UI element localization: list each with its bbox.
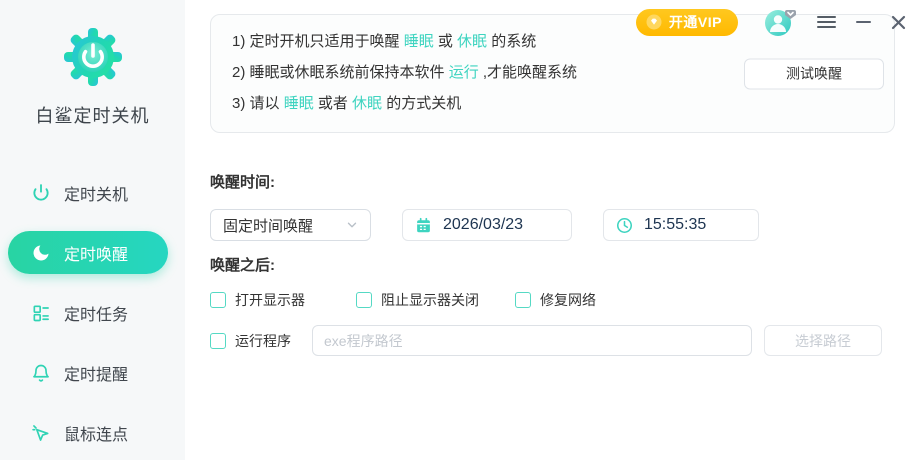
note-line: 3) 请以 睡眠 或者 休眠 的方式关机 bbox=[232, 88, 873, 119]
checkbox-label: 运行程序 bbox=[235, 331, 291, 351]
diamond-icon bbox=[645, 13, 663, 31]
wake-time-controls: 固定时间唤醒 bbox=[210, 209, 895, 241]
checkbox-label: 阻止显示器关闭 bbox=[381, 290, 479, 310]
checkbox-prevent-display-off[interactable]: 阻止显示器关闭 bbox=[356, 290, 479, 310]
sidebar-item-scheduled-tasks[interactable]: 定时任务 bbox=[8, 291, 168, 334]
menu-button[interactable] bbox=[817, 10, 836, 34]
calendar-icon bbox=[415, 217, 432, 234]
clock-icon bbox=[616, 217, 633, 234]
wake-date-value: 2026/03/23 bbox=[443, 216, 523, 234]
checkbox-icon[interactable] bbox=[356, 292, 372, 308]
wake-clock-field[interactable]: 15:55:35 bbox=[603, 209, 759, 241]
checkbox-repair-network[interactable]: 修复网络 bbox=[515, 290, 596, 310]
sidebar-item-label: 定时任务 bbox=[64, 301, 128, 325]
sidebar-menu: 定时关机 定时唤醒 bbox=[0, 171, 185, 454]
run-program-row: 运行程序 选择路径 bbox=[210, 325, 895, 356]
vip-button[interactable]: 开通VIP bbox=[636, 9, 738, 36]
choose-path-button[interactable]: 选择路径 bbox=[764, 325, 882, 356]
app-window: 白鲨定时关机 定时关机 定时唤醒 bbox=[0, 0, 920, 460]
chevron-down-icon bbox=[345, 218, 359, 232]
sidebar-item-mouse-clicker[interactable]: 鼠标连点 bbox=[8, 411, 168, 454]
sidebar-item-label: 鼠标连点 bbox=[64, 421, 128, 445]
power-icon bbox=[31, 183, 51, 203]
sidebar-item-label: 定时唤醒 bbox=[64, 241, 128, 265]
cursor-click-icon bbox=[31, 423, 51, 443]
minimize-icon bbox=[856, 21, 871, 23]
avatar[interactable] bbox=[763, 6, 797, 38]
vip-button-label: 开通VIP bbox=[669, 12, 722, 32]
close-icon bbox=[891, 15, 906, 30]
hamburger-icon bbox=[817, 14, 836, 31]
tasks-icon bbox=[31, 303, 51, 323]
sidebar-item-scheduled-wake[interactable]: 定时唤醒 bbox=[8, 231, 168, 274]
main-panel: 开通VIP bbox=[185, 0, 920, 460]
wake-clock-value: 15:55:35 bbox=[644, 216, 706, 234]
test-wake-button[interactable]: 测试唤醒 bbox=[744, 58, 884, 89]
sidebar-item-scheduled-shutdown[interactable]: 定时关机 bbox=[8, 171, 168, 214]
after-wake-options: 打开显示器 阻止显示器关闭 修复网络 bbox=[210, 290, 895, 310]
checkbox-icon[interactable] bbox=[210, 292, 226, 308]
checkbox-turn-on-display[interactable]: 打开显示器 bbox=[210, 290, 305, 310]
checkbox-label: 修复网络 bbox=[540, 290, 596, 310]
wake-date-field[interactable]: 2026/03/23 bbox=[402, 209, 572, 241]
bell-icon bbox=[31, 363, 51, 383]
after-wake-label: 唤醒之后: bbox=[210, 254, 895, 275]
wake-tab-content: 1) 定时开机只适用于唤醒 睡眠 或 休眠 的系统 2) 睡眠或休眠系统前保持本… bbox=[185, 0, 920, 356]
sidebar-item-scheduled-reminder[interactable]: 定时提醒 bbox=[8, 351, 168, 394]
exe-path-input[interactable] bbox=[312, 325, 752, 356]
app-logo-gear-power-icon bbox=[61, 25, 125, 89]
checkbox-icon[interactable] bbox=[210, 333, 226, 349]
moon-icon bbox=[31, 243, 51, 263]
checkbox-label: 打开显示器 bbox=[235, 290, 305, 310]
close-button[interactable] bbox=[891, 10, 906, 34]
checkbox-run-program[interactable]: 运行程序 bbox=[210, 331, 291, 351]
wake-time-label: 唤醒时间: bbox=[210, 171, 895, 192]
wake-mode-select[interactable]: 固定时间唤醒 bbox=[210, 209, 371, 241]
checkbox-icon[interactable] bbox=[515, 292, 531, 308]
sidebar-item-label: 定时提醒 bbox=[64, 361, 128, 385]
minimize-button[interactable] bbox=[856, 10, 871, 34]
titlebar: 开通VIP bbox=[636, 0, 920, 44]
sidebar-item-label: 定时关机 bbox=[64, 181, 128, 205]
wake-mode-selected-value: 固定时间唤醒 bbox=[223, 215, 313, 236]
app-title: 白鲨定时关机 bbox=[0, 102, 185, 128]
sidebar: 白鲨定时关机 定时关机 定时唤醒 bbox=[0, 0, 185, 460]
